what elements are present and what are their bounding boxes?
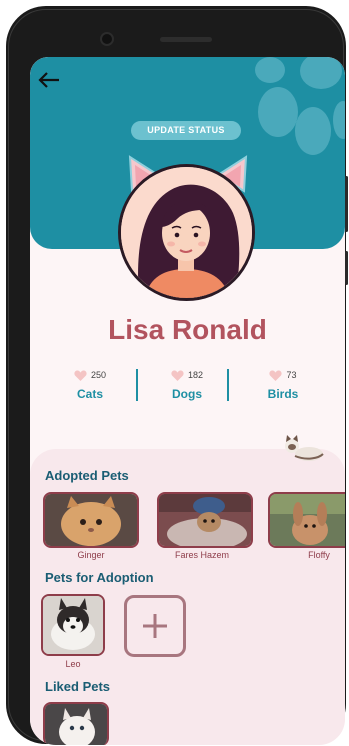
pet-photo	[43, 596, 103, 654]
pet-card-floffy[interactable]	[268, 492, 345, 548]
front-camera	[100, 32, 114, 46]
stat-divider	[136, 369, 138, 401]
pet-name-ginger: Ginger	[77, 550, 105, 560]
phone-frame: UPDATE STATUS Lisa Ronald 250 Cats 182 D…	[6, 6, 348, 745]
pets-for-adoption-title: Pets for Adoption	[45, 570, 154, 585]
app-screen: UPDATE STATUS Lisa Ronald 250 Cats 182 D…	[30, 57, 345, 745]
stat-birds-count: 73	[286, 370, 297, 380]
volume-button	[345, 176, 348, 232]
stat-divider	[227, 369, 229, 401]
pet-card-liked-cat[interactable]	[43, 702, 109, 745]
stat-cats-label: Cats	[76, 387, 103, 401]
add-pet-button[interactable]	[124, 595, 186, 657]
back-button[interactable]	[36, 69, 62, 91]
power-button	[345, 251, 348, 285]
stat-dogs: 182 Dogs	[147, 367, 227, 401]
heart-icon	[171, 369, 184, 381]
stat-dogs-label: Dogs	[172, 387, 202, 401]
stat-cats-count: 250	[90, 370, 107, 380]
stat-birds-label: Birds	[267, 387, 299, 401]
stat-birds: 73 Birds	[243, 367, 323, 401]
avatar[interactable]	[118, 164, 255, 301]
pet-photo	[159, 494, 251, 546]
lying-cat-illustration	[285, 435, 324, 461]
profile-name: Lisa Ronald	[108, 314, 267, 345]
pet-name-fares-hazem: Fares Hazem	[174, 550, 229, 560]
earpiece-speaker	[160, 37, 212, 42]
pet-card-fares-hazem[interactable]	[157, 492, 253, 548]
paw-decoration	[258, 87, 298, 137]
plus-icon	[143, 614, 167, 638]
pet-name-floffy: Floffy	[308, 550, 330, 560]
heart-icon	[269, 369, 283, 381]
arrow-left-icon	[38, 72, 59, 88]
pet-card-ginger[interactable]	[43, 492, 139, 548]
paw-decoration	[333, 101, 345, 139]
stat-dogs-count: 182	[187, 370, 204, 380]
paw-decoration	[255, 57, 285, 83]
avatar-illustration	[121, 167, 252, 298]
liked-pets-title: Liked Pets	[45, 679, 111, 694]
adopted-pets-title: Adopted Pets	[45, 468, 129, 483]
pet-photo	[45, 494, 137, 546]
paw-decoration	[300, 57, 342, 89]
paw-decoration	[295, 107, 331, 155]
heart-icon	[74, 369, 87, 381]
update-status-button[interactable]: UPDATE STATUS	[131, 121, 241, 140]
pet-name-leo: Leo	[65, 659, 81, 669]
pet-photo	[270, 494, 345, 546]
pet-photo	[45, 704, 107, 745]
pet-card-leo[interactable]	[41, 594, 105, 656]
stat-cats: 250 Cats	[50, 367, 130, 401]
